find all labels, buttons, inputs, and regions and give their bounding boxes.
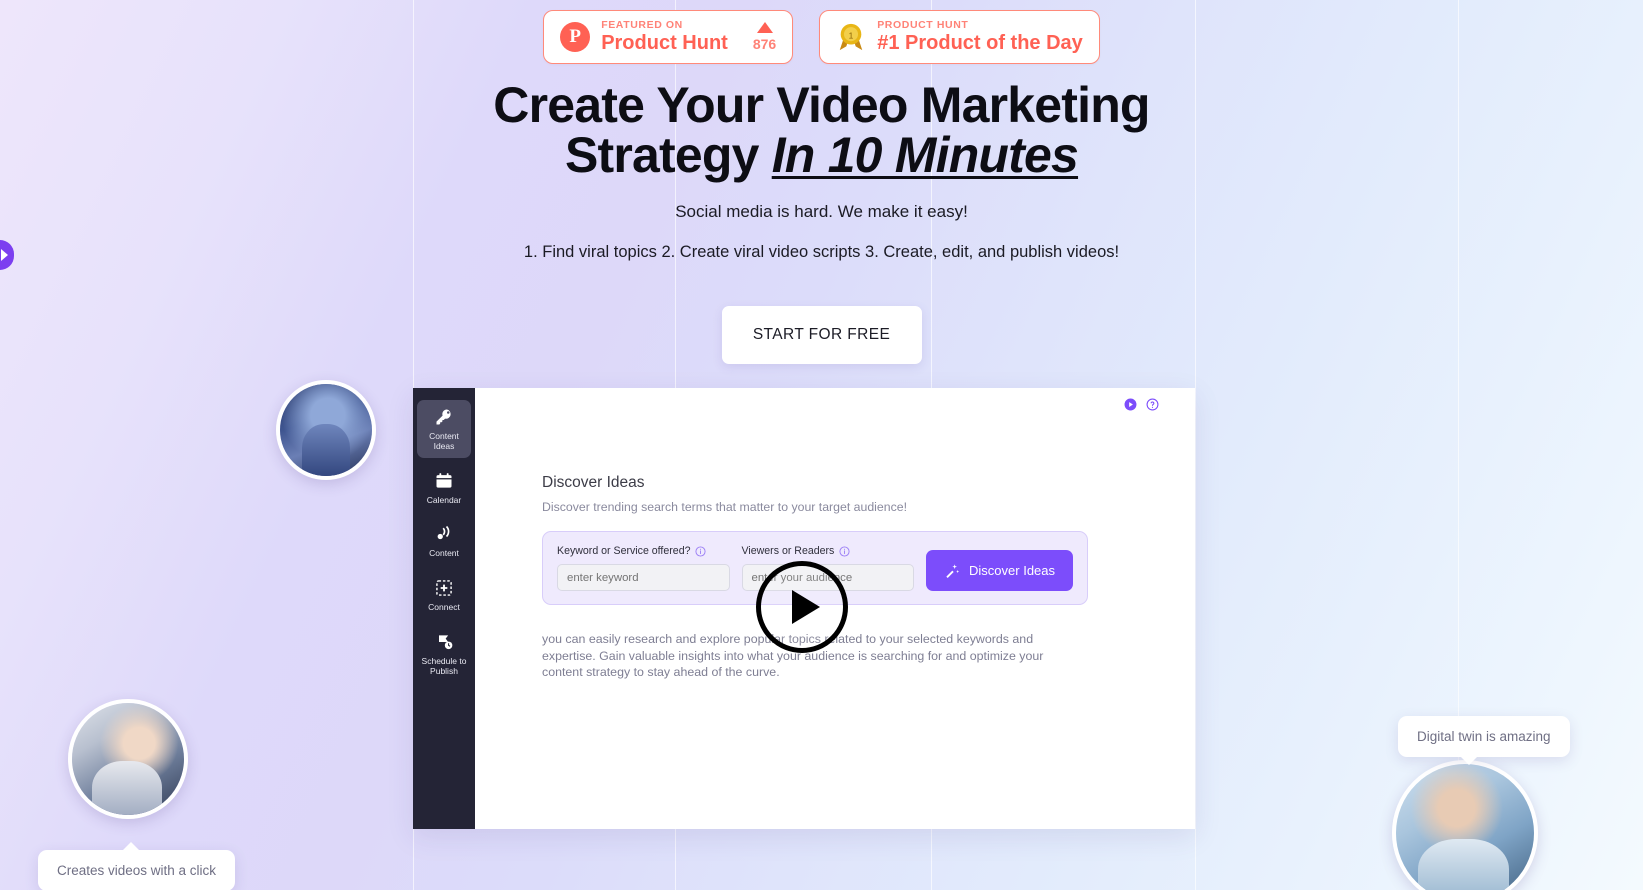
tooltip-digital-twin: Digital twin is amazing: [1398, 716, 1570, 765]
discover-ideas-button-label: Discover Ideas: [969, 563, 1056, 578]
calendar-icon: [434, 471, 454, 491]
content-broadcast-icon: [434, 524, 454, 544]
magic-wand-icon: [944, 563, 960, 579]
plus-square-icon: [434, 578, 454, 598]
sidebar-item-label: Connect: [428, 602, 460, 613]
badge-title: Product Hunt: [601, 31, 728, 54]
audience-field-label: Viewers or Readers: [742, 545, 915, 557]
badge-title: #1 Product of the Day: [877, 31, 1083, 54]
avatar-digital-twin-blue: [276, 380, 376, 480]
badge-kicker: PRODUCT HUNT: [877, 19, 969, 32]
page-title: Create Your Video Marketing Strategy In …: [442, 80, 1202, 180]
badge-featured-on-product-hunt[interactable]: P FEATURED ON Product Hunt 876: [543, 10, 794, 64]
keyword-field-label: Keyword or Service offered?: [557, 545, 730, 557]
product-hunt-logo-icon: P: [560, 22, 591, 52]
hero-tagline: Social media is hard. We make it easy!: [675, 202, 968, 221]
svg-text:1: 1: [849, 30, 854, 40]
gold-medal-icon: 1: [836, 22, 866, 52]
avatar-man-pointing: [1392, 760, 1538, 890]
field-label-text: Viewers or Readers: [741, 545, 835, 557]
app-top-icons: [1124, 398, 1159, 411]
play-triangle-icon: [792, 590, 820, 624]
field-label-text: Keyword or Service offered?: [557, 545, 691, 557]
panel-title: Discover Ideas: [542, 474, 645, 491]
avatar-woman-selfie: [68, 699, 188, 819]
hero-section: Create Your Video Marketing Strategy In …: [0, 80, 1643, 364]
sidebar-item-label: Schedule to Publish: [421, 655, 467, 676]
app-sidebar: Content Ideas Calendar Content Connect S…: [413, 388, 475, 829]
badge-kicker: FEATURED ON: [601, 19, 683, 32]
info-circle-icon[interactable]: [839, 545, 850, 557]
start-for-free-button[interactable]: START FOR FREE: [721, 306, 922, 364]
schedule-publish-icon: [434, 632, 454, 652]
play-circle-icon[interactable]: [1124, 398, 1137, 411]
hero-steps: 1. Find viral topics 2. Create viral vid…: [523, 243, 1120, 261]
video-play-button[interactable]: [756, 561, 848, 653]
discover-ideas-button[interactable]: Discover Ideas: [926, 550, 1074, 591]
help-circle-icon[interactable]: [1146, 398, 1159, 411]
sidebar-item-label: Content: [429, 548, 459, 559]
tooltip-creates-videos: Creates videos with a click: [38, 842, 236, 890]
sidebar-item-calendar[interactable]: Calendar: [417, 464, 471, 512]
sidebar-item-connect[interactable]: Connect: [417, 571, 471, 619]
headline-emphasis: In 10 Minutes: [771, 127, 1079, 183]
sidebar-item-label: Calendar: [426, 494, 462, 505]
vote-count: 876: [752, 36, 777, 52]
panel-subtitle: Discover trending search terms that matt…: [542, 500, 907, 514]
sidebar-item-label: Content Ideas: [429, 431, 459, 451]
badge-votes: 876: [753, 22, 776, 52]
upvote-caret-icon: [756, 22, 773, 33]
key-icon: [434, 407, 454, 427]
sidebar-item-content[interactable]: Content: [417, 517, 471, 565]
keyword-field-group: Keyword or Service offered?: [557, 545, 730, 591]
landing-page: P FEATURED ON Product Hunt 876 1 PRODUCT…: [0, 0, 1643, 890]
product-hunt-badges: P FEATURED ON Product Hunt 876 1 PRODUCT…: [0, 10, 1643, 64]
info-circle-icon[interactable]: [695, 545, 707, 557]
keyword-input[interactable]: [557, 564, 730, 591]
sidebar-item-schedule-to-publish[interactable]: Schedule to Publish: [417, 625, 471, 683]
badge-product-of-the-day[interactable]: 1 PRODUCT HUNT #1 Product of the Day: [819, 10, 1100, 64]
sidebar-item-content-ideas[interactable]: Content Ideas: [417, 400, 471, 458]
